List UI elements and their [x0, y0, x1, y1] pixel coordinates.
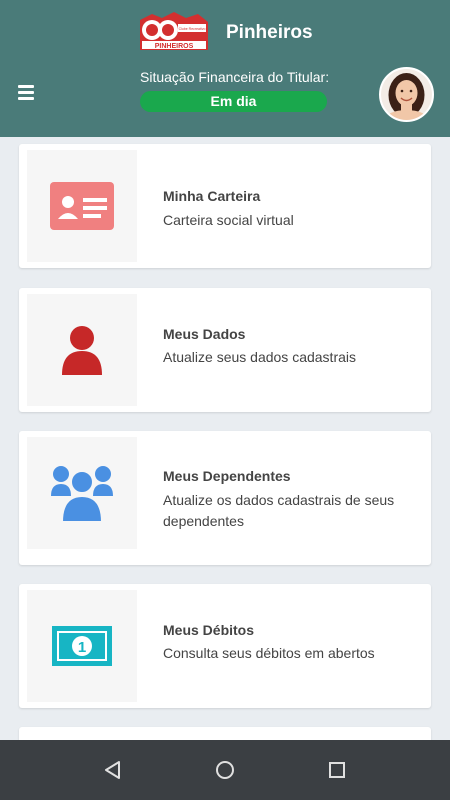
club-name: Pinheiros [226, 22, 313, 43]
card-subtitle: Atualize seus dados cadastrais [163, 349, 356, 365]
system-navigation-bar [0, 740, 450, 800]
card-title: Meus Débitos [163, 622, 255, 638]
menu-card-list: Minha Carteira Carteira social virtual M… [0, 137, 450, 740]
back-icon[interactable] [101, 758, 125, 782]
card-thumb: 1 [27, 590, 137, 702]
card-thumb [27, 294, 137, 406]
svg-text:PINHEIROS: PINHEIROS [155, 43, 194, 50]
card-title: Meus Dependentes [163, 468, 291, 484]
card-subtitle: Atualize os dados cadastrais de seus dep… [163, 492, 395, 529]
card-meus-dados[interactable]: Meus Dados Atualize seus dados cadastrai… [19, 288, 431, 412]
users-group-icon [51, 466, 113, 522]
svg-text:Clube Recreativo: Clube Recreativo [179, 27, 206, 31]
recents-icon[interactable] [325, 758, 349, 782]
user-icon [62, 326, 102, 375]
financial-status-caption: Situação Financeira do Titular: [140, 69, 330, 85]
card-minha-carteira[interactable]: Minha Carteira Carteira social virtual [19, 144, 431, 268]
money-bill-icon: 1 [52, 626, 112, 666]
id-card-icon [50, 182, 114, 230]
svg-text:1: 1 [78, 639, 86, 656]
card-subtitle: Consulta seus débitos em abertos [163, 645, 375, 661]
card-title: Minha Carteira [163, 188, 261, 204]
card-thumb [27, 150, 137, 262]
card-title: Meus Dados [163, 326, 246, 342]
app-header: PINHEIROS Clube Recreativo Pinheiros Sit… [0, 0, 450, 137]
hamburger-menu-icon[interactable] [18, 85, 34, 100]
card-subtitle: Carteira social virtual [163, 212, 294, 228]
home-icon[interactable] [213, 758, 237, 782]
card-meus-debitos[interactable]: 1 Meus Débitos Consulta seus débitos em … [19, 584, 431, 708]
card-partial[interactable] [19, 727, 431, 740]
card-thumb [27, 437, 137, 549]
status-badge: Em dia [140, 91, 327, 112]
club-logo: PINHEIROS Clube Recreativo [140, 12, 208, 50]
avatar-photo [381, 69, 432, 120]
avatar[interactable] [379, 67, 434, 122]
card-meus-dependentes[interactable]: Meus Dependentes Atualize os dados cadas… [19, 431, 431, 565]
